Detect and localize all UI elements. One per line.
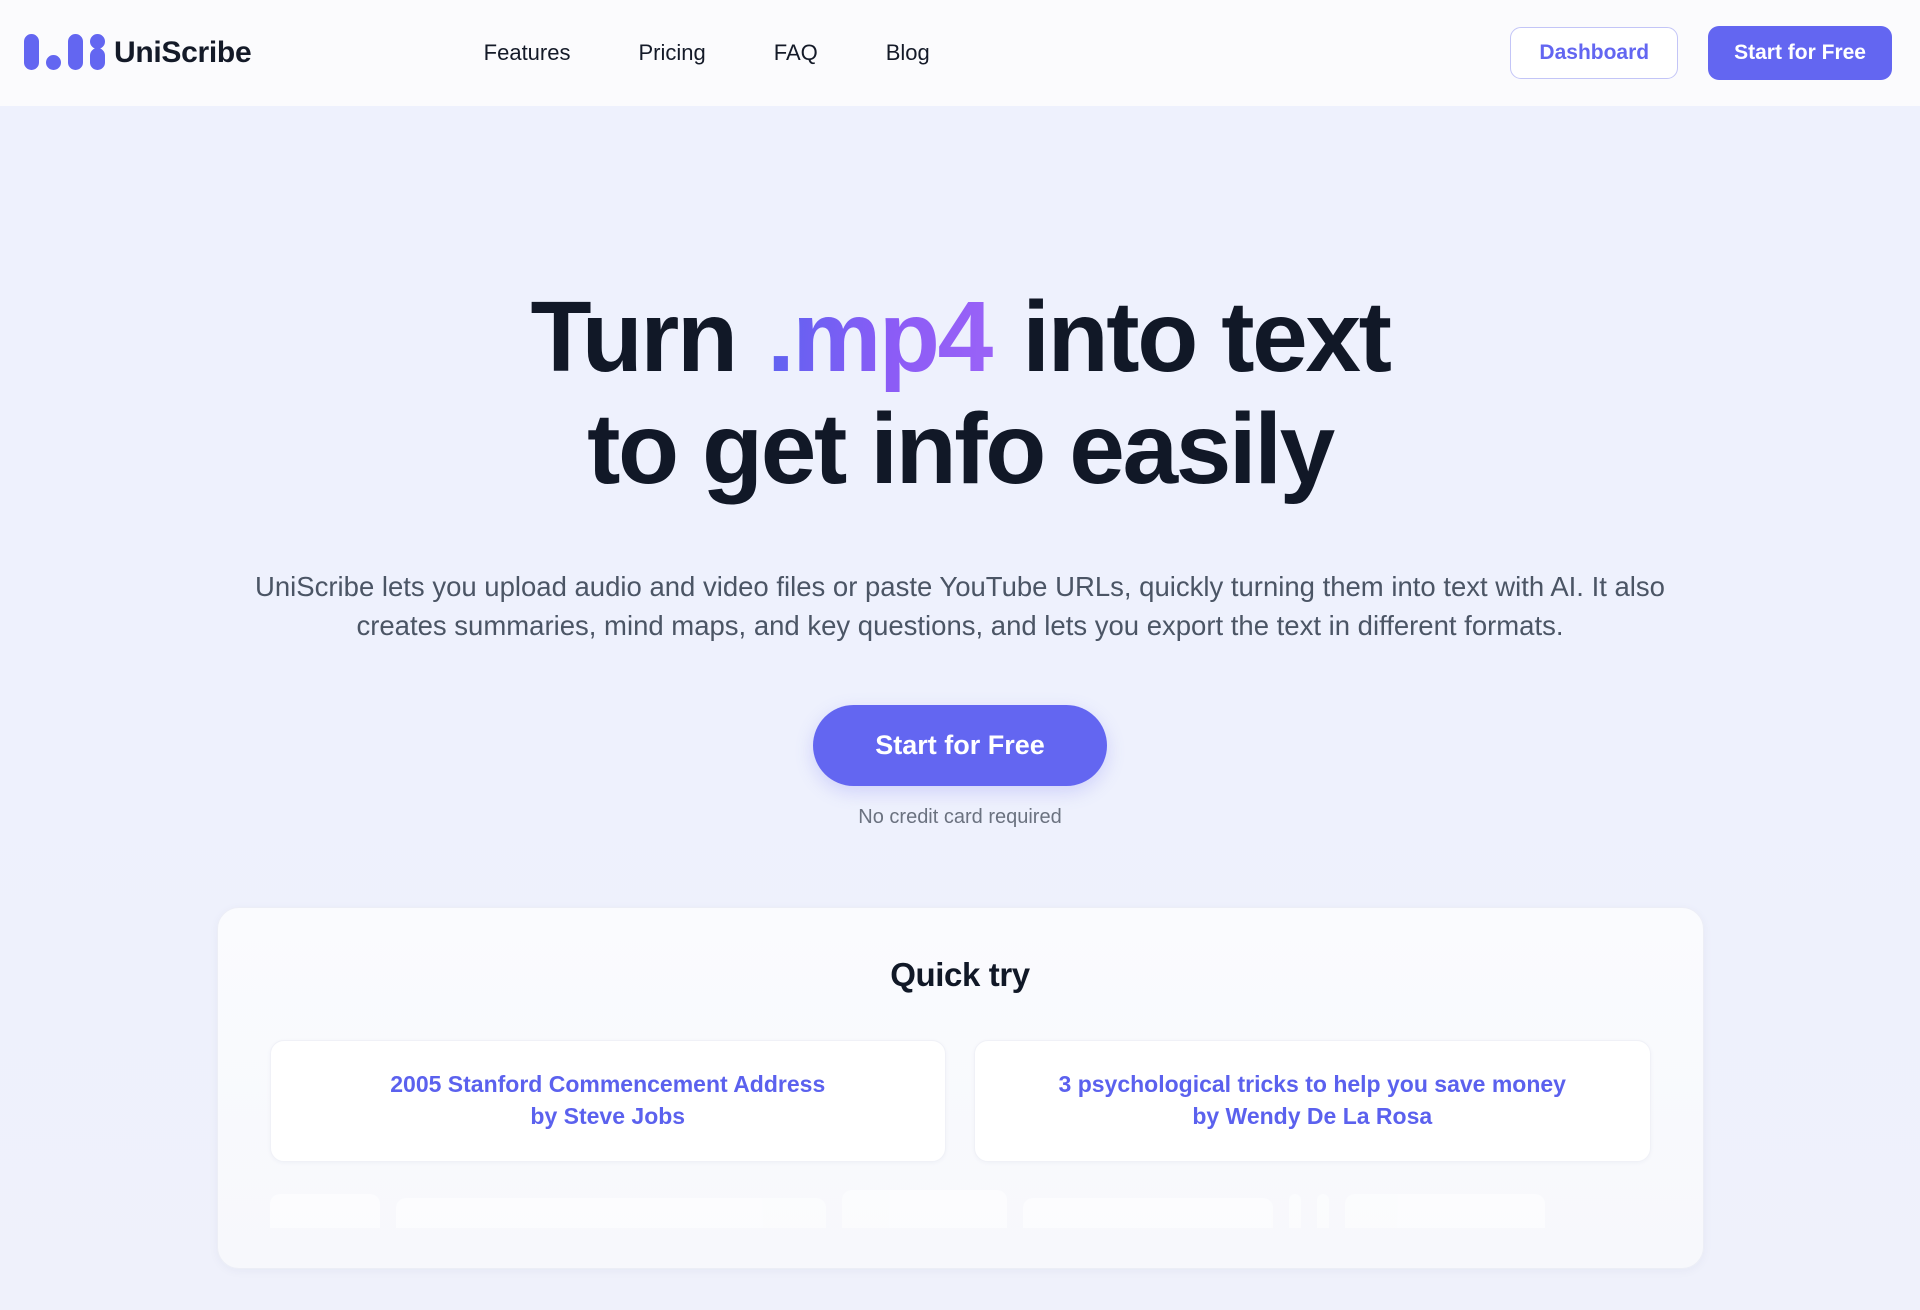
brand-logo[interactable]: UniScribe <box>24 30 252 76</box>
headline-part-1: Turn <box>530 281 738 393</box>
hero-cta-group: Start for Free No credit card required <box>0 705 1920 829</box>
site-header: UniScribe Features Pricing FAQ Blog Dash… <box>0 0 1920 106</box>
hero-start-for-free-button[interactable]: Start for Free <box>813 705 1107 787</box>
quick-try-item-stanford[interactable]: 2005 Stanford Commencement Address by St… <box>269 1040 946 1162</box>
main-nav: Features Pricing FAQ Blog <box>450 30 964 76</box>
quick-try-item-psychological-tricks[interactable]: 3 psychological tricks to help you save … <box>974 1040 1651 1162</box>
quick-try-item-title: 2005 Stanford Commencement Address <box>390 1071 826 1098</box>
header-start-for-free-button[interactable]: Start for Free <box>1708 26 1892 80</box>
ghost-block <box>1316 1193 1329 1228</box>
ghost-block <box>1344 1193 1545 1228</box>
quick-try-item-author: by Steve Jobs <box>530 1102 686 1129</box>
uniscribe-waveform-logo-icon <box>24 30 105 76</box>
hero-section: Turn .mp4 into text to get info easily U… <box>0 106 1920 1310</box>
ghost-block <box>269 1193 380 1228</box>
nav-item-pricing[interactable]: Pricing <box>604 30 739 76</box>
ghost-block <box>841 1189 1007 1228</box>
quick-try-list: 2005 Stanford Commencement Address by St… <box>269 1040 1651 1162</box>
headline-part-2: into text <box>1022 281 1392 393</box>
quick-try-item-title: 3 psychological tricks to help you save … <box>1058 1071 1566 1098</box>
headline-file-extension: .mp4 <box>761 281 997 393</box>
quick-try-title: Quick try <box>890 956 1030 994</box>
header-actions: Dashboard Start for Free <box>1510 26 1892 80</box>
headline-line-2: to get info easily <box>587 393 1335 505</box>
no-credit-card-note: No credit card required <box>858 806 1062 829</box>
nav-item-features[interactable]: Features <box>450 30 605 76</box>
ghost-block <box>1288 1193 1301 1228</box>
quick-try-card: Quick try 2005 Stanford Commencement Add… <box>216 907 1704 1269</box>
landing-page: UniScribe Features Pricing FAQ Blog Dash… <box>0 0 1920 1310</box>
nav-item-blog[interactable]: Blog <box>852 30 964 76</box>
nav-item-faq[interactable]: FAQ <box>740 30 852 76</box>
ghost-block <box>395 1197 826 1228</box>
brand-name: UniScribe <box>114 36 252 69</box>
quick-try-overflow-row <box>269 1188 1651 1228</box>
page-title: Turn .mp4 into text to get info easily <box>0 281 1920 505</box>
dashboard-button[interactable]: Dashboard <box>1510 27 1679 79</box>
hero-subtitle: UniScribe lets you upload audio and vide… <box>255 571 1665 642</box>
quick-try-item-author: by Wendy De La Rosa <box>1192 1102 1433 1129</box>
ghost-block <box>1022 1197 1273 1228</box>
